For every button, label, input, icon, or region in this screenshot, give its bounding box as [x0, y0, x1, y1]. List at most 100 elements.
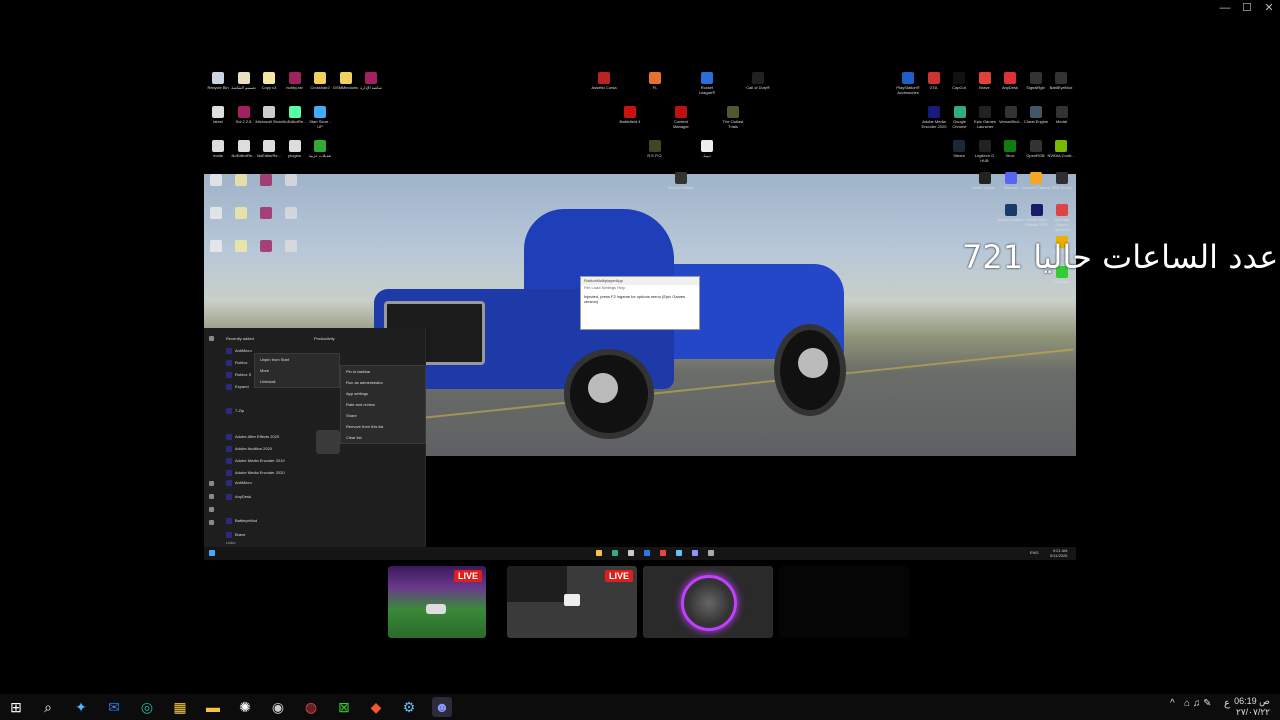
desktop-icon[interactable]: تعديلات عربية	[306, 140, 334, 158]
outlook-icon[interactable]: ✉	[104, 697, 124, 717]
tray-chevron-icon[interactable]: ^	[1170, 698, 1175, 709]
desktop-icon[interactable]: تصميم الشاشة	[230, 72, 258, 90]
start-menu-item[interactable]: Expand	[226, 384, 249, 390]
start-menu-item[interactable]: Roblox S	[226, 372, 251, 378]
desktop-icon[interactable]: NoEditorRe...	[230, 140, 258, 158]
desktop-icon[interactable]	[210, 207, 222, 219]
edge-icon[interactable]: ◎	[137, 697, 157, 717]
stream-thumbnail-avatar[interactable]	[643, 566, 773, 638]
openai-icon[interactable]: ✺	[235, 697, 255, 717]
inner-obs-icon[interactable]	[628, 550, 634, 556]
brave-icon[interactable]: ◆	[366, 697, 386, 717]
desktop-icon[interactable]: NVIDIA Contr...	[1047, 140, 1075, 158]
desktop-icon[interactable]: GTA	[920, 72, 948, 90]
desktop-icon[interactable]: Steam	[945, 140, 973, 158]
desktop-icon[interactable]	[285, 240, 297, 252]
desktop-icon[interactable]: BattlEyeMod	[1047, 72, 1075, 90]
desktop-icon[interactable]: mods	[204, 140, 232, 158]
desktop-icon[interactable]: OpenRGB	[1022, 140, 1050, 158]
desktop-icon[interactable]: Cheat Engine	[1022, 106, 1050, 124]
desktop-icon[interactable]: The Outlast Trials	[719, 106, 747, 129]
desktop-icon[interactable]: PlayStation® Accessories	[894, 72, 922, 95]
context-menu-item[interactable]: Rate and review	[341, 399, 425, 410]
desktop-icon[interactable]: Discord	[997, 172, 1025, 190]
stream-thumbnail-empty[interactable]	[779, 566, 909, 638]
desktop-icon[interactable]	[260, 207, 272, 219]
desktop-icon[interactable]: Adobe Media Encoder 2020	[920, 106, 948, 129]
context-menu-item[interactable]: Pin to taskbar	[341, 366, 425, 377]
discord-icon[interactable]: ☻	[432, 697, 452, 717]
desktop-icon[interactable]	[210, 174, 222, 186]
desktop-icon[interactable]: شاشة الإدارة	[357, 72, 385, 90]
start-menu-item[interactable]: Adobe Media Encoder 2020	[226, 470, 285, 476]
desktop-icon[interactable]	[260, 240, 272, 252]
desktop-icon[interactable]: Microsoft Store	[255, 106, 283, 124]
language-indicator[interactable]: ع	[1224, 698, 1230, 709]
menu-icon[interactable]	[209, 336, 214, 341]
desktop-icon[interactable]: Battlefield 4	[616, 106, 644, 124]
desktop-icon[interactable]: plugins	[281, 140, 309, 158]
power-icon[interactable]	[209, 520, 214, 525]
desktop-icon[interactable]	[260, 174, 272, 186]
start-menu-item[interactable]: AnyDesk	[226, 494, 251, 500]
inner-clock[interactable]: 9:21 AM 5/11/2026	[1050, 548, 1068, 558]
context-menu-item[interactable]: More	[255, 365, 339, 376]
taskbar-clock[interactable]: 06:19 ص ٢٧/٠٧/٢٢	[1234, 696, 1270, 718]
desktop-icon[interactable]: Discord Canary	[1022, 172, 1050, 190]
desktop-icon[interactable]: Content Manager	[667, 106, 695, 129]
desktop-icon[interactable]: Rocket League®	[693, 72, 721, 95]
inner-edge-icon[interactable]	[644, 550, 650, 556]
document-icon[interactable]	[209, 481, 214, 486]
desktop-icon[interactable]: Sol 2.2.8	[230, 106, 258, 124]
tray-icons[interactable]: ⌂ ♫ ✎	[1184, 698, 1211, 709]
desktop-icon[interactable]	[285, 174, 297, 186]
desktop-icon[interactable]	[235, 174, 247, 186]
context-menu-item[interactable]: Clear list	[341, 432, 425, 443]
file-explorer-icon[interactable]: ▬	[203, 697, 223, 717]
settings-icon[interactable]	[209, 507, 214, 512]
start-user[interactable]: Linko	[226, 540, 236, 545]
inner-start-icon[interactable]	[209, 550, 215, 556]
stream-thumbnail-screen-share[interactable]: LIVE	[507, 566, 637, 638]
search-icon[interactable]: ⌕	[38, 697, 58, 717]
desktop-icon[interactable]: Adobe After Effects 2020	[1023, 204, 1051, 227]
start-menu-item[interactable]: Adobe Audition 2020	[226, 446, 272, 452]
desktop-icon[interactable]: NoEditorRe...	[281, 106, 309, 124]
start-menu-item[interactable]: 7-Zip	[226, 408, 244, 414]
desktop-icon[interactable]: R.E.P.O.	[641, 140, 669, 158]
context-menu-item[interactable]: Share	[341, 410, 425, 421]
context-menu-item[interactable]: Run as administrator	[341, 377, 425, 388]
inner-discord-icon[interactable]	[692, 550, 698, 556]
steam-icon[interactable]: ⚙	[399, 697, 419, 717]
start-menu-item[interactable]: AntiMicro	[226, 480, 252, 486]
desktop-icon[interactable]: NoEditorRe...	[255, 140, 283, 158]
context-menu-item[interactable]: Unpin from Start	[255, 354, 339, 365]
windows-start-icon[interactable]: ⊞	[6, 697, 26, 717]
desktop-icon[interactable]: دبيبة	[693, 140, 721, 158]
desktop-icon[interactable]	[235, 240, 247, 252]
minimize-button[interactable]: —	[1214, 0, 1236, 18]
pinned-app-tile[interactable]	[316, 430, 340, 454]
inner-lang[interactable]: ENG	[1030, 550, 1039, 555]
stream-thumbnail-rocket-league[interactable]: LIVE	[388, 566, 486, 638]
context-menu-item[interactable]: Remove from this list	[341, 421, 425, 432]
inner-chrome-icon[interactable]	[612, 550, 618, 556]
inner-explorer-icon[interactable]	[596, 550, 602, 556]
desktop-icon[interactable]: Rockstar Games Launcher	[1048, 204, 1076, 232]
start-menu-item[interactable]: Roblox	[226, 360, 247, 366]
maximize-button[interactable]: ☐	[1236, 0, 1258, 18]
start-menu-item[interactable]: AntiMicro	[226, 348, 252, 354]
desktop-icon[interactable]: Copy c3	[255, 72, 283, 90]
xbox-gamebar-icon[interactable]: ⊠	[334, 697, 354, 717]
obs-icon[interactable]: ◉	[268, 697, 288, 717]
start-menu-item[interactable]: Adobe After Effects 2020	[226, 434, 279, 440]
pictures-icon[interactable]	[209, 494, 214, 499]
desktop-icon[interactable]	[210, 240, 222, 252]
desktop-icon[interactable]: Assetto Corsa	[590, 72, 618, 90]
start-menu-item[interactable]: BattleyeMod	[226, 518, 257, 524]
desktop-icon[interactable]: Recycle Bin	[204, 72, 232, 90]
desktop-icon[interactable]: Logitech G HUB	[971, 140, 999, 163]
start-menu-item[interactable]: Adobe Media Encoder 2019	[226, 458, 285, 464]
desktop-icon[interactable]: SignalRgb	[1022, 72, 1050, 90]
desktop-icon[interactable]: Call of Duty®	[744, 72, 772, 90]
